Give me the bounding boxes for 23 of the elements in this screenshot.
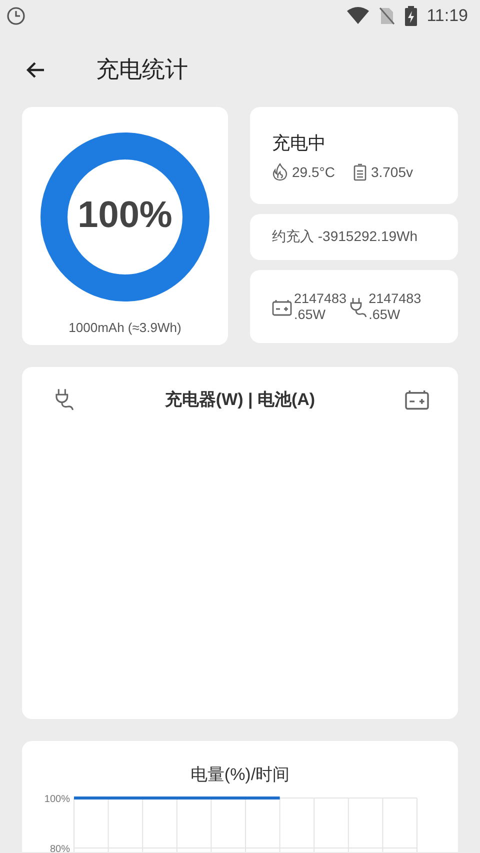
voltage-value: 3.705v [370, 164, 414, 180]
flame-icon [272, 163, 288, 181]
battery-percent: 100% [76, 194, 174, 236]
battery-power-value: 2147483 .65W [294, 290, 347, 322]
page-title: 充电统计 [96, 55, 188, 84]
plug-icon [348, 296, 367, 318]
charger-power-value: 2147483 .65W [368, 290, 422, 322]
battery-icon [352, 163, 367, 181]
no-sim-icon [378, 7, 395, 25]
chart-title: 电量(%)/时间 [189, 764, 291, 786]
charging-state: 充电中 [272, 132, 327, 155]
wifi-icon [346, 7, 369, 25]
clock-icon [6, 6, 26, 26]
charged-energy: 约充入 -3915292.19Wh [272, 228, 418, 246]
clock-time: 11:19 [426, 6, 468, 26]
battery-charging-icon [404, 6, 417, 26]
chart-title: 充电器(W) | 电池(A) [164, 388, 316, 410]
y-tick-label: 80% [50, 844, 70, 852]
y-tick-label: 100% [44, 794, 70, 805]
battery-icon [404, 388, 430, 410]
temperature-value: 29.5°C [292, 164, 335, 180]
battery-capacity: 1000mAh (≈3.9Wh) [68, 320, 182, 335]
battery-icon [272, 298, 292, 316]
